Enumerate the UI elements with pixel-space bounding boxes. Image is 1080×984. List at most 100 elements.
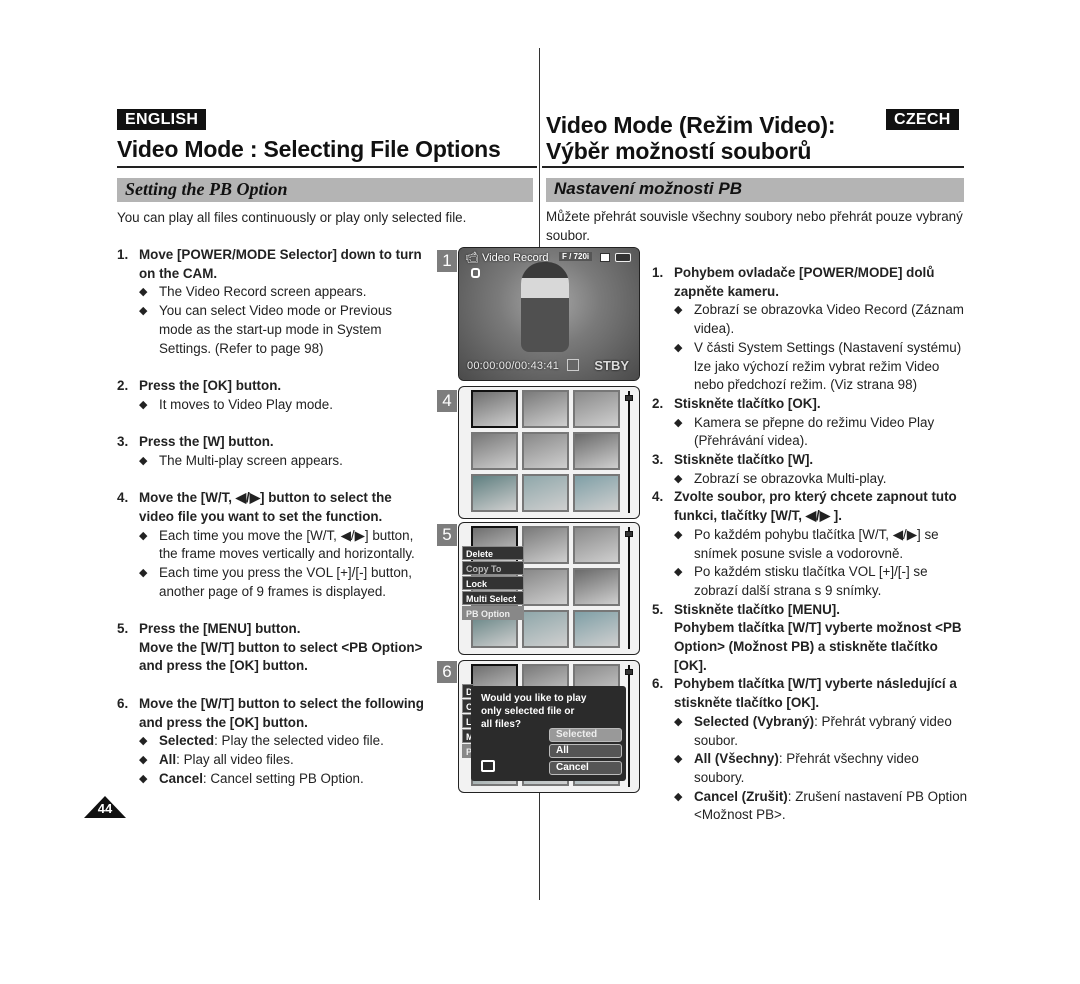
step-heading: and press the [OK] button.	[139, 714, 308, 730]
option-desc: <Možnost PB>.	[694, 807, 786, 823]
czech-step-2: 2. Stiskněte tlačítko [OK]. Kamera se př…	[652, 395, 972, 451]
step-heading: Move [POWER/MODE Selector] down to turn	[139, 247, 422, 262]
step-heading: Stiskněte tlačítko [W].	[674, 452, 814, 468]
video-thumbnail[interactable]	[522, 390, 569, 428]
video-thumbnail[interactable]	[471, 432, 518, 470]
czech-page-title-line2: Výběr možností souborů	[546, 138, 812, 164]
screen-number-6: 6	[437, 661, 457, 683]
bullet-text: zobrazí další strana s 9 snímky.	[694, 582, 882, 598]
status-label: STBY	[594, 358, 629, 373]
bullet-text: Each time you press the VOL [+]/[-] butt…	[159, 564, 412, 580]
center-divider	[539, 48, 540, 250]
video-thumbnail[interactable]	[573, 474, 620, 512]
video-thumbnail[interactable]	[573, 432, 620, 470]
return-icon	[481, 760, 495, 772]
scrollbar-thumb[interactable]	[625, 531, 633, 537]
step-bullet: The Multi-play screen appears.	[139, 452, 437, 471]
option-all: All: Play all video files.	[139, 751, 437, 770]
step-number: 2.	[652, 395, 664, 411]
cancel-button[interactable]: Cancel	[549, 761, 622, 775]
video-thumbnail[interactable]	[573, 610, 620, 648]
video-thumbnail[interactable]	[471, 390, 518, 428]
option-desc: soubor.	[694, 732, 738, 748]
bullet-text: mode as the start-up mode in System	[159, 321, 382, 337]
scrollbar-thumb[interactable]	[625, 395, 633, 401]
option-desc: : Play the selected video file.	[214, 733, 384, 749]
video-thumbnail[interactable]	[522, 432, 569, 470]
english-step-6: 6. Move the [W/T] button to select the f…	[117, 695, 437, 789]
bullet-text: Zobrazí se obrazovka Video Record (Zázna…	[694, 302, 964, 318]
quality-badge: F / 720i	[559, 252, 593, 261]
czech-intro-line: Můžete přehrát souvisle všechny soubory …	[546, 209, 963, 224]
czech-language-badge: CZECH	[886, 109, 959, 130]
video-record-screen: 📹︎ Video Record F / 720i 00:00:00/00:43:…	[458, 247, 640, 381]
child-figure	[521, 262, 569, 352]
step-heading: Zvolte soubor, pro který chcete zapnout …	[674, 489, 957, 505]
selected-button[interactable]: Selected	[549, 728, 622, 742]
dialog-line: Would you like to play	[481, 693, 587, 704]
video-thumbnail[interactable]	[573, 568, 620, 606]
step-bullet: Zobrazí se obrazovka Multi-play.	[674, 470, 972, 489]
step-heading: Stiskněte tlačítko [OK].	[674, 395, 821, 411]
step-number: 2.	[117, 377, 129, 393]
bullet-text: You can select Video mode or Previous	[159, 303, 392, 319]
step-bullet: It moves to Video Play mode.	[139, 396, 437, 415]
pb-option-dialog-screen: D C L M P Would you like to play only se…	[458, 660, 640, 793]
all-button[interactable]: All	[549, 744, 622, 758]
step-heading: on the CAM.	[139, 265, 218, 281]
step-heading: Press the [OK] button.	[139, 377, 282, 393]
step-bullet: Each time you press the VOL [+]/[-] butt…	[139, 564, 437, 601]
video-thumbnail[interactable]	[522, 526, 569, 564]
bullet-text: It moves to Video Play mode.	[159, 396, 333, 412]
video-thumbnail[interactable]	[573, 526, 620, 564]
menu-item-copy-to[interactable]: Copy To	[462, 561, 524, 575]
video-thumbnail[interactable]	[471, 474, 518, 512]
menu-item-lock[interactable]: Lock	[462, 576, 524, 590]
step-heading: Press the [W] button.	[139, 434, 274, 449]
scrollbar[interactable]	[628, 665, 630, 787]
step-heading: stiskněte tlačítko [OK].	[674, 695, 820, 711]
step-heading: Press the [MENU] button.	[139, 621, 301, 636]
bullet-text: videa).	[694, 321, 735, 337]
step-heading: Move the [W/T] button to select the foll…	[139, 695, 424, 711]
step-number: 6.	[117, 695, 129, 711]
step-heading: funkci, tlačítky [W/T, ◀/▶ ].	[674, 508, 842, 524]
step-bullet: Po každém stisku tlačítka VOL [+]/[-] se…	[674, 563, 972, 600]
czech-step-6: 6. Pohybem tlačítka [W/T] vyberte násled…	[652, 675, 972, 825]
screen-number-5: 5	[437, 524, 457, 546]
menu-item-pb-option[interactable]: PB Option	[462, 606, 524, 620]
scrollbar[interactable]	[628, 527, 630, 649]
step-heading: Pohybem tlačítka [W/T] vyberte následují…	[674, 676, 957, 692]
video-thumbnail[interactable]	[522, 610, 569, 648]
step-heading: and press the [OK] button.	[139, 658, 308, 674]
menu-item-multi-select[interactable]: Multi Select	[462, 591, 524, 605]
english-step-5: 5. Press the [MENU] button. Move the [W/…	[117, 620, 437, 676]
step-heading: Stiskněte tlačítko [MENU].	[674, 601, 840, 617]
menu-item-delete[interactable]: Delete	[462, 546, 524, 560]
screen-number-4: 4	[437, 390, 457, 412]
bullet-text: another page of 9 frames is displayed.	[159, 583, 387, 599]
english-section-title: Setting the PB Option	[125, 179, 288, 199]
scrollbar[interactable]	[628, 391, 630, 513]
mode-label: 📹︎ Video Record	[465, 251, 548, 264]
english-step-2: 2. Press the [OK] button. It moves to Vi…	[117, 377, 437, 414]
step-heading: video file you want to set the function.	[139, 508, 383, 524]
video-thumbnail[interactable]	[573, 390, 620, 428]
scrollbar-thumb[interactable]	[625, 669, 633, 675]
step-number: 1.	[117, 247, 129, 262]
option-desc: : Přehrát vybraný video	[814, 713, 952, 729]
bullet-text: Po každém stisku tlačítka VOL [+]/[-] se	[694, 564, 928, 580]
center-divider-lower	[539, 790, 540, 900]
czech-step-5: 5. Stiskněte tlačítko [MENU]. Pohybem tl…	[652, 601, 972, 676]
option-desc: : Zrušení nastavení PB Option	[787, 788, 968, 804]
step-number: 4.	[652, 489, 664, 505]
video-thumbnail[interactable]	[522, 568, 569, 606]
step-heading: Move the [W/T, ◀/▶] button to select the	[139, 490, 392, 506]
czech-step-1: 1. Pohybem ovladače [POWER/MODE] dolů za…	[652, 264, 972, 395]
czech-step-3: 3. Stiskněte tlačítko [W]. Zobrazí se ob…	[652, 451, 972, 488]
bullet-text: The Multi-play screen appears.	[159, 452, 343, 468]
video-thumbnail[interactable]	[522, 474, 569, 512]
step-number: 5.	[117, 621, 129, 636]
option-selected: Selected (Vybraný): Přehrát vybraný vide…	[674, 713, 972, 750]
video-camera-icon: 📹︎	[465, 252, 479, 264]
